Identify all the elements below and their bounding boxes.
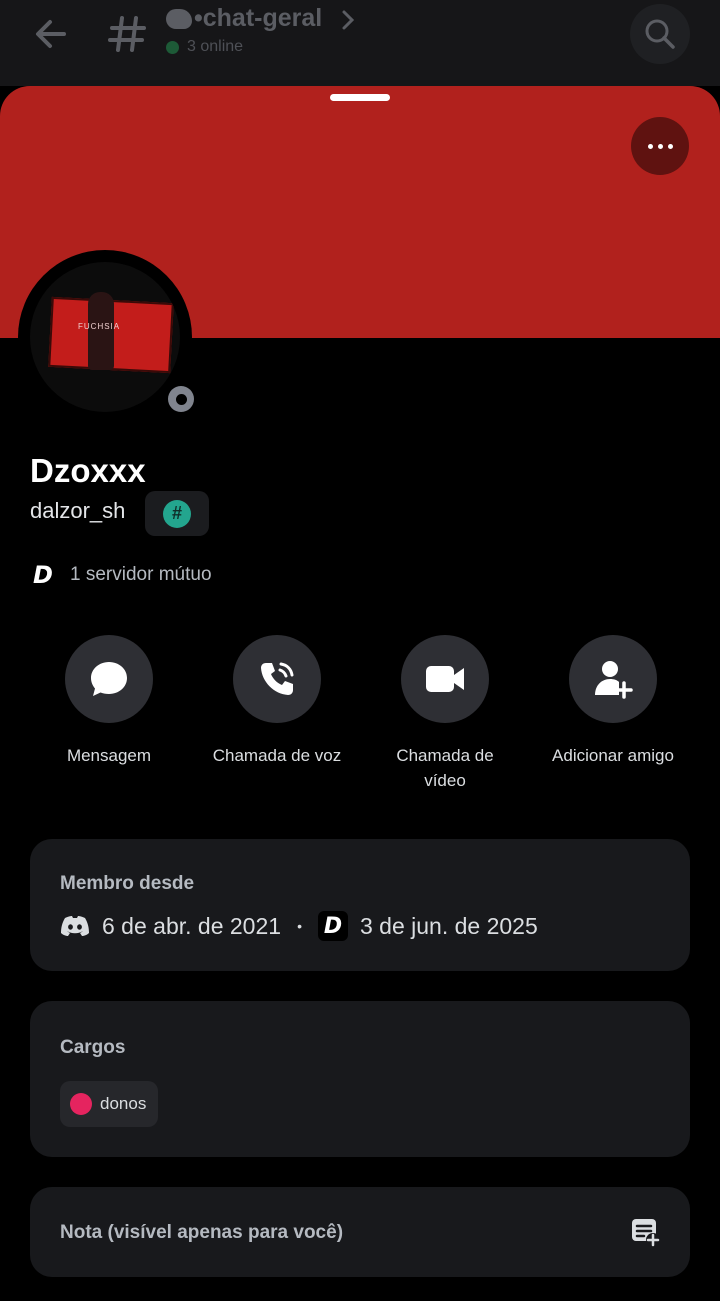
roles-card: Cargos donos <box>30 1001 690 1157</box>
add-friend-button-label: Adicionar amigo <box>552 746 674 765</box>
role-color-dot <box>70 1093 92 1115</box>
online-dot-icon <box>166 40 179 54</box>
search-button[interactable] <box>630 4 690 64</box>
member-since-title: Membro desde <box>60 873 195 894</box>
avatar-image-text: FUCHSIA <box>78 322 121 331</box>
message-icon <box>91 662 127 696</box>
server-tag-badge[interactable]: # <box>145 491 209 536</box>
server-logo-icon: D <box>317 911 348 941</box>
server-join-date: 3 de jun. de 2025 <box>359 912 538 939</box>
username[interactable]: dalzor_sh <box>30 498 125 524</box>
note-title: Nota (visível apenas para você) <box>60 1222 344 1243</box>
note-card[interactable]: Nota (visível apenas para você) <box>30 1187 690 1277</box>
dot-icon <box>647 143 653 149</box>
message-button-circle <box>65 635 153 723</box>
dot-icon <box>657 143 663 149</box>
video-icon <box>426 666 464 692</box>
video-call-button-label: Chamada de vídeo <box>396 746 494 790</box>
more-options-button[interactable] <box>631 117 689 175</box>
profile-sheet: FUCHSIA Dzoxxx dalzor_sh # D 1 servidor … <box>0 86 720 1301</box>
avatar: FUCHSIA <box>30 262 180 412</box>
server-tag-icon: # <box>163 499 191 528</box>
voice-call-button-circle <box>233 635 321 723</box>
mutual-servers-text: 1 servidor mútuo <box>70 564 212 585</box>
chevron-right-icon[interactable] <box>340 6 356 34</box>
message-button[interactable]: Mensagem <box>24 635 194 768</box>
discord-join-date: 6 de abr. de 2021 <box>102 912 282 939</box>
member-since-card: Membro desde 6 de abr. de 2021 • D 3 de … <box>30 839 690 971</box>
channel-name-text: •chat-geral <box>194 4 323 32</box>
video-call-button-circle <box>401 635 489 723</box>
online-count: 3 online <box>166 38 243 56</box>
search-icon <box>645 19 675 49</box>
member-since-dates: 6 de abr. de 2021 • D 3 de jun. de 2025 <box>60 911 538 941</box>
roles-title: Cargos <box>60 1037 126 1058</box>
online-count-text: 3 online <box>187 38 244 55</box>
display-name: Dzoxxx <box>30 452 146 489</box>
add-friend-button-circle <box>569 635 657 723</box>
avatar-figure <box>88 292 114 370</box>
back-arrow-icon[interactable] <box>30 14 74 54</box>
offline-status-icon <box>164 382 198 416</box>
add-friend-icon <box>595 661 633 699</box>
sheet-drag-handle[interactable] <box>330 94 390 101</box>
date-separator: • <box>297 918 302 934</box>
discord-logo-icon <box>61 916 89 936</box>
dot-icon <box>667 143 673 149</box>
phone-icon <box>261 662 294 695</box>
voice-call-button-label: Chamada de voz <box>212 746 342 765</box>
channel-hash-icon <box>108 16 146 52</box>
add-friend-button[interactable]: Adicionar amigo <box>528 635 698 768</box>
mutual-servers-row[interactable]: D 1 servidor mútuo <box>30 561 212 589</box>
profile-actions: Mensagem Chamada de voz Chamada de vídeo <box>0 635 720 805</box>
role-name: donos <box>100 1094 147 1113</box>
thought-bubble-icon <box>166 9 192 30</box>
message-button-label: Mensagem <box>66 746 152 765</box>
voice-call-button[interactable]: Chamada de voz <box>192 635 362 768</box>
avatar-container[interactable]: FUCHSIA <box>18 250 198 424</box>
channel-title[interactable]: •chat-geral <box>166 4 322 33</box>
channel-header: •chat-geral 3 online <box>0 0 720 86</box>
video-call-button[interactable]: Chamada de vídeo <box>360 635 530 793</box>
server-logo-icon: D <box>33 561 53 589</box>
role-chip[interactable]: donos <box>60 1081 159 1127</box>
add-note-icon[interactable] <box>630 1217 660 1247</box>
